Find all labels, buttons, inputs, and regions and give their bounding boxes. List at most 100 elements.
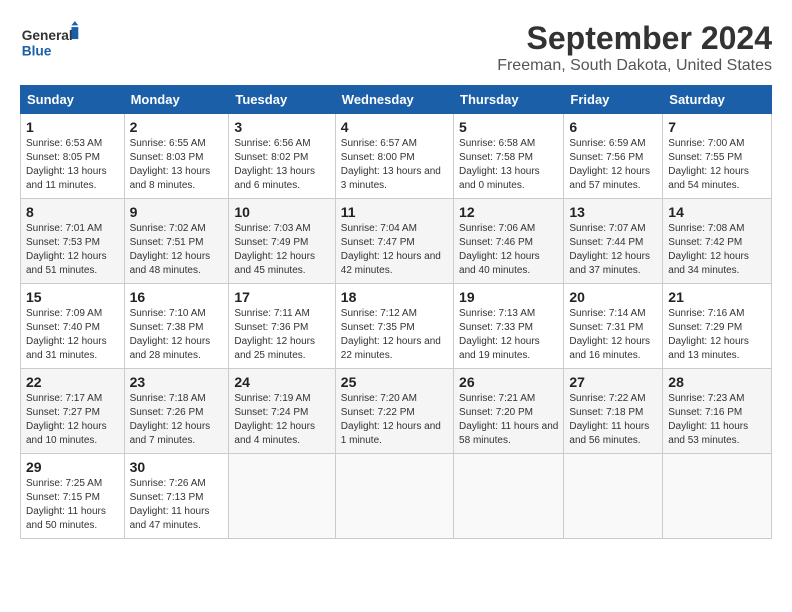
calendar-week-row: 1 Sunrise: 6:53 AM Sunset: 8:05 PM Dayli… (21, 114, 772, 199)
day-number: 10 (234, 204, 329, 220)
calendar-cell: 7 Sunrise: 7:00 AM Sunset: 7:55 PM Dayli… (663, 114, 772, 199)
day-number: 30 (130, 459, 224, 475)
day-info: Sunrise: 7:03 AM Sunset: 7:49 PM Dayligh… (234, 222, 329, 278)
calendar-week-row: 29 Sunrise: 7:25 AM Sunset: 7:15 PM Dayl… (21, 454, 772, 539)
calendar-header-row: Sunday Monday Tuesday Wednesday Thursday… (21, 86, 772, 114)
calendar-cell: 14 Sunrise: 7:08 AM Sunset: 7:42 PM Dayl… (663, 199, 772, 284)
day-info: Sunrise: 7:21 AM Sunset: 7:20 PM Dayligh… (459, 392, 558, 448)
day-info: Sunrise: 6:59 AM Sunset: 7:56 PM Dayligh… (569, 137, 657, 193)
day-number: 1 (26, 119, 119, 135)
day-info: Sunrise: 7:14 AM Sunset: 7:31 PM Dayligh… (569, 307, 657, 363)
day-number: 19 (459, 289, 558, 305)
day-info: Sunrise: 7:04 AM Sunset: 7:47 PM Dayligh… (341, 222, 448, 278)
calendar-cell (229, 454, 335, 539)
calendar-cell: 19 Sunrise: 7:13 AM Sunset: 7:33 PM Dayl… (454, 284, 564, 369)
calendar-cell: 6 Sunrise: 6:59 AM Sunset: 7:56 PM Dayli… (564, 114, 663, 199)
day-info: Sunrise: 6:55 AM Sunset: 8:03 PM Dayligh… (130, 137, 224, 193)
day-number: 5 (459, 119, 558, 135)
calendar-cell (663, 454, 772, 539)
col-sunday: Sunday (21, 86, 125, 114)
day-info: Sunrise: 7:07 AM Sunset: 7:44 PM Dayligh… (569, 222, 657, 278)
day-info: Sunrise: 7:20 AM Sunset: 7:22 PM Dayligh… (341, 392, 448, 448)
calendar-cell (335, 454, 453, 539)
day-info: Sunrise: 7:12 AM Sunset: 7:35 PM Dayligh… (341, 307, 448, 363)
day-info: Sunrise: 7:13 AM Sunset: 7:33 PM Dayligh… (459, 307, 558, 363)
day-number: 13 (569, 204, 657, 220)
day-number: 24 (234, 374, 329, 390)
calendar-cell: 25 Sunrise: 7:20 AM Sunset: 7:22 PM Dayl… (335, 369, 453, 454)
col-thursday: Thursday (454, 86, 564, 114)
day-number: 22 (26, 374, 119, 390)
calendar-week-row: 15 Sunrise: 7:09 AM Sunset: 7:40 PM Dayl… (21, 284, 772, 369)
day-number: 29 (26, 459, 119, 475)
day-number: 25 (341, 374, 448, 390)
day-info: Sunrise: 7:25 AM Sunset: 7:15 PM Dayligh… (26, 477, 119, 533)
calendar-table: Sunday Monday Tuesday Wednesday Thursday… (20, 85, 772, 539)
day-info: Sunrise: 7:22 AM Sunset: 7:18 PM Dayligh… (569, 392, 657, 448)
day-number: 20 (569, 289, 657, 305)
calendar-cell (564, 454, 663, 539)
day-number: 15 (26, 289, 119, 305)
calendar-cell: 24 Sunrise: 7:19 AM Sunset: 7:24 PM Dayl… (229, 369, 335, 454)
day-info: Sunrise: 7:06 AM Sunset: 7:46 PM Dayligh… (459, 222, 558, 278)
day-number: 18 (341, 289, 448, 305)
day-info: Sunrise: 7:08 AM Sunset: 7:42 PM Dayligh… (668, 222, 766, 278)
col-monday: Monday (124, 86, 229, 114)
calendar-cell: 22 Sunrise: 7:17 AM Sunset: 7:27 PM Dayl… (21, 369, 125, 454)
calendar-cell: 27 Sunrise: 7:22 AM Sunset: 7:18 PM Dayl… (564, 369, 663, 454)
logo: General Blue (20, 20, 80, 65)
calendar-cell: 15 Sunrise: 7:09 AM Sunset: 7:40 PM Dayl… (21, 284, 125, 369)
col-friday: Friday (564, 86, 663, 114)
day-info: Sunrise: 7:18 AM Sunset: 7:26 PM Dayligh… (130, 392, 224, 448)
page-subtitle: Freeman, South Dakota, United States (497, 57, 772, 75)
day-info: Sunrise: 7:16 AM Sunset: 7:29 PM Dayligh… (668, 307, 766, 363)
svg-text:General: General (22, 28, 73, 43)
day-info: Sunrise: 7:26 AM Sunset: 7:13 PM Dayligh… (130, 477, 224, 533)
col-wednesday: Wednesday (335, 86, 453, 114)
calendar-cell: 28 Sunrise: 7:23 AM Sunset: 7:16 PM Dayl… (663, 369, 772, 454)
day-number: 26 (459, 374, 558, 390)
logo-svg: General Blue (20, 20, 80, 65)
calendar-cell: 1 Sunrise: 6:53 AM Sunset: 8:05 PM Dayli… (21, 114, 125, 199)
day-number: 6 (569, 119, 657, 135)
day-number: 2 (130, 119, 224, 135)
day-info: Sunrise: 7:23 AM Sunset: 7:16 PM Dayligh… (668, 392, 766, 448)
day-info: Sunrise: 7:02 AM Sunset: 7:51 PM Dayligh… (130, 222, 224, 278)
calendar-cell: 8 Sunrise: 7:01 AM Sunset: 7:53 PM Dayli… (21, 199, 125, 284)
col-tuesday: Tuesday (229, 86, 335, 114)
svg-text:Blue: Blue (22, 43, 52, 58)
day-number: 23 (130, 374, 224, 390)
day-info: Sunrise: 7:19 AM Sunset: 7:24 PM Dayligh… (234, 392, 329, 448)
day-info: Sunrise: 7:01 AM Sunset: 7:53 PM Dayligh… (26, 222, 119, 278)
calendar-cell: 23 Sunrise: 7:18 AM Sunset: 7:26 PM Dayl… (124, 369, 229, 454)
calendar-cell: 9 Sunrise: 7:02 AM Sunset: 7:51 PM Dayli… (124, 199, 229, 284)
day-number: 14 (668, 204, 766, 220)
day-info: Sunrise: 6:58 AM Sunset: 7:58 PM Dayligh… (459, 137, 558, 193)
day-number: 17 (234, 289, 329, 305)
calendar-week-row: 8 Sunrise: 7:01 AM Sunset: 7:53 PM Dayli… (21, 199, 772, 284)
col-saturday: Saturday (663, 86, 772, 114)
day-info: Sunrise: 6:57 AM Sunset: 8:00 PM Dayligh… (341, 137, 448, 193)
day-info: Sunrise: 7:09 AM Sunset: 7:40 PM Dayligh… (26, 307, 119, 363)
day-info: Sunrise: 7:11 AM Sunset: 7:36 PM Dayligh… (234, 307, 329, 363)
day-number: 28 (668, 374, 766, 390)
calendar-cell: 20 Sunrise: 7:14 AM Sunset: 7:31 PM Dayl… (564, 284, 663, 369)
calendar-cell: 10 Sunrise: 7:03 AM Sunset: 7:49 PM Dayl… (229, 199, 335, 284)
day-info: Sunrise: 7:17 AM Sunset: 7:27 PM Dayligh… (26, 392, 119, 448)
day-number: 21 (668, 289, 766, 305)
day-number: 8 (26, 204, 119, 220)
page-title: September 2024 (497, 20, 772, 57)
calendar-cell: 13 Sunrise: 7:07 AM Sunset: 7:44 PM Dayl… (564, 199, 663, 284)
calendar-cell: 5 Sunrise: 6:58 AM Sunset: 7:58 PM Dayli… (454, 114, 564, 199)
day-number: 11 (341, 204, 448, 220)
day-number: 4 (341, 119, 448, 135)
day-info: Sunrise: 7:00 AM Sunset: 7:55 PM Dayligh… (668, 137, 766, 193)
day-info: Sunrise: 7:10 AM Sunset: 7:38 PM Dayligh… (130, 307, 224, 363)
page-header: General Blue September 2024 Freeman, Sou… (20, 20, 772, 75)
day-number: 27 (569, 374, 657, 390)
calendar-cell (454, 454, 564, 539)
calendar-cell: 18 Sunrise: 7:12 AM Sunset: 7:35 PM Dayl… (335, 284, 453, 369)
calendar-cell: 26 Sunrise: 7:21 AM Sunset: 7:20 PM Dayl… (454, 369, 564, 454)
day-number: 3 (234, 119, 329, 135)
calendar-cell: 29 Sunrise: 7:25 AM Sunset: 7:15 PM Dayl… (21, 454, 125, 539)
